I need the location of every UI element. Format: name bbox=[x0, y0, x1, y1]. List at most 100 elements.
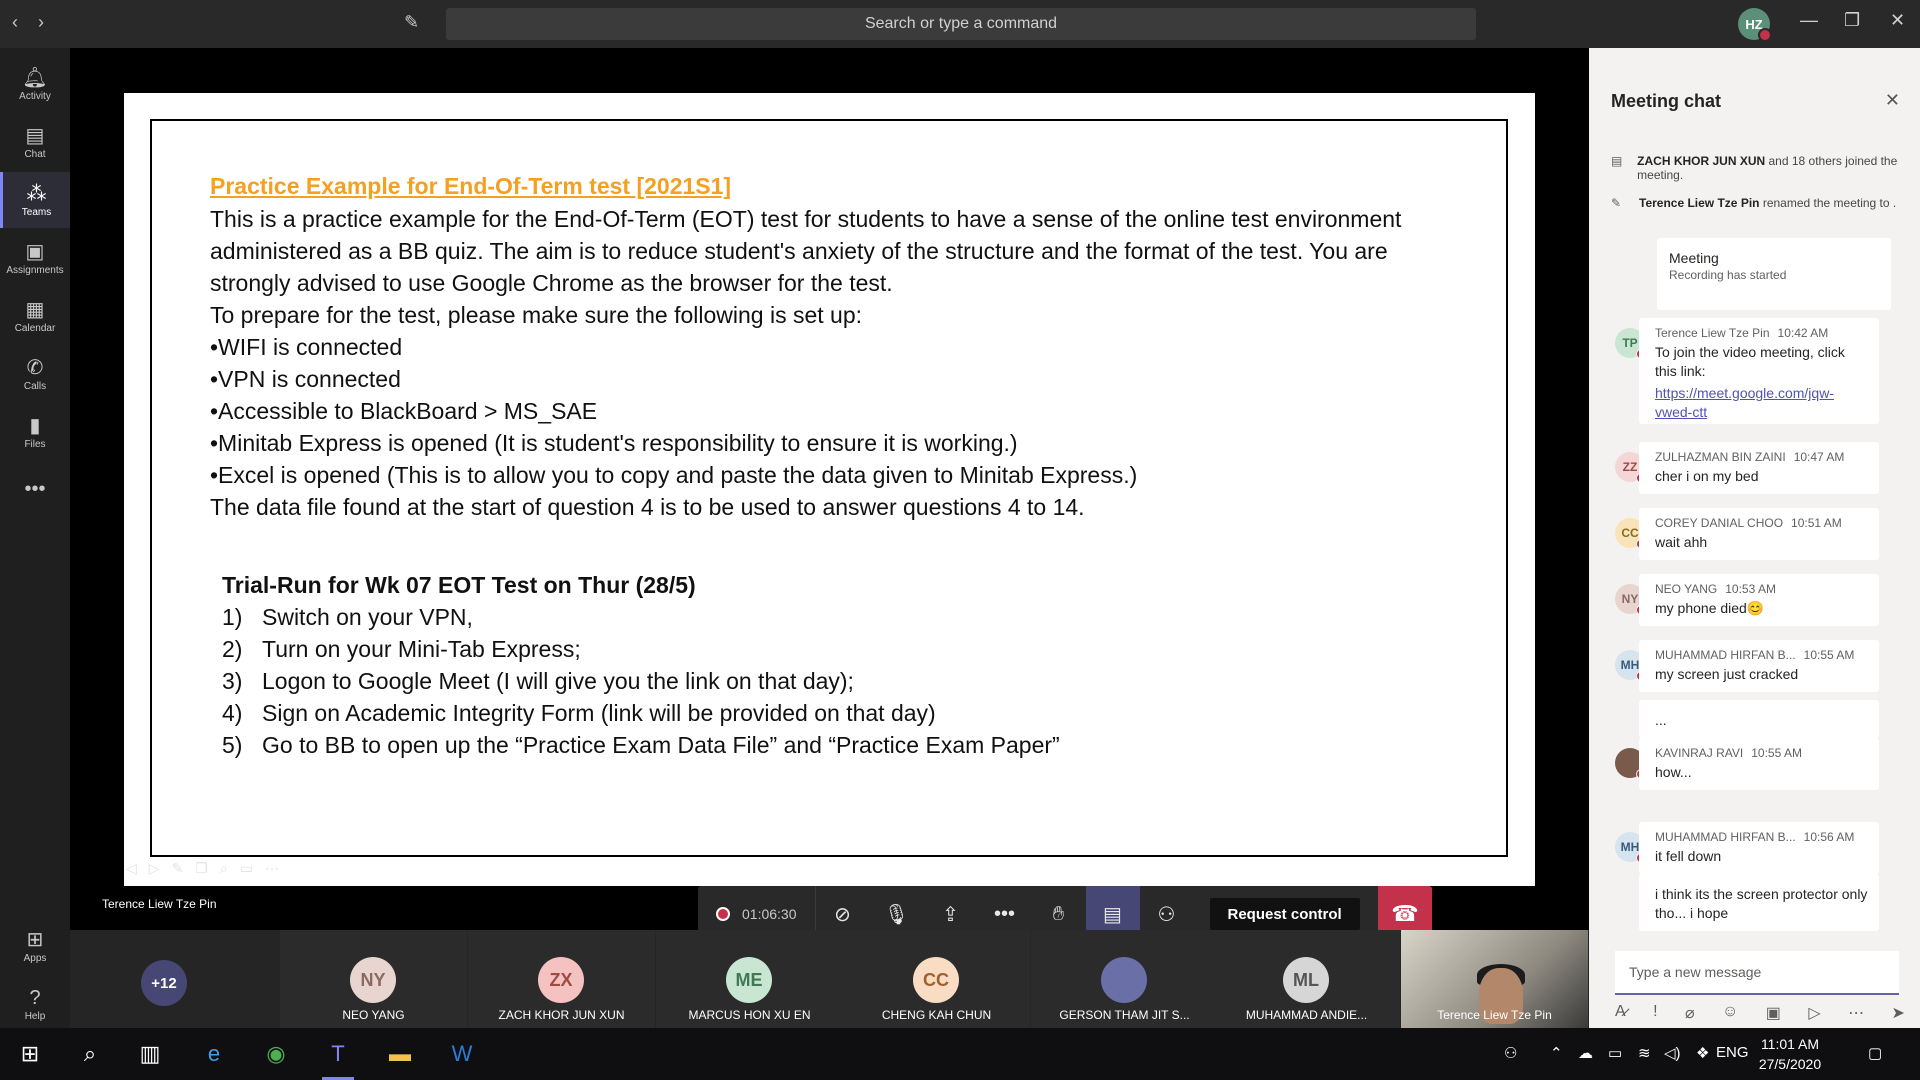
participant-tile[interactable]: NY NEO YANG bbox=[280, 930, 467, 1028]
rail-item-calendar[interactable]: ▦ Calendar bbox=[0, 288, 70, 344]
copy-icon[interactable]: ❐ bbox=[195, 860, 208, 877]
more-apps-button[interactable]: ••• bbox=[0, 462, 70, 518]
important-icon[interactable]: ! bbox=[1653, 1003, 1657, 1023]
zoom-icon[interactable]: ⌕ bbox=[220, 860, 228, 877]
step-number: 2) bbox=[222, 636, 243, 662]
rail-item-activity[interactable]: 🔔︎ Activity bbox=[0, 56, 70, 112]
message-time: 10:55 AM bbox=[1751, 746, 1802, 760]
message-bubble: ... bbox=[1639, 700, 1879, 738]
presenter-video[interactable]: Terence Liew Tze Pin bbox=[1401, 930, 1588, 1028]
dropbox-icon[interactable]: ❖ bbox=[1696, 1044, 1709, 1062]
message-text: wait ahh bbox=[1655, 534, 1708, 550]
edge-icon[interactable]: e bbox=[194, 1038, 234, 1070]
participant-tile[interactable]: ML MUHAMMAD ANDIE... bbox=[1213, 930, 1400, 1028]
chevron-up-icon[interactable]: ⌃ bbox=[1550, 1044, 1563, 1062]
message-text: ... bbox=[1655, 712, 1667, 728]
new-chat-icon[interactable]: ✎ bbox=[404, 12, 419, 33]
system-message: ▤ ZACH KHOR JUN XUN and 18 others joined… bbox=[1611, 154, 1911, 182]
pen-icon[interactable]: ✎ bbox=[172, 860, 184, 877]
message-text: it fell down bbox=[1655, 848, 1722, 864]
participant-tile[interactable]: ZX ZACH KHOR JUN XUN bbox=[468, 930, 655, 1028]
send-icon[interactable]: ➤ bbox=[1892, 1003, 1905, 1023]
rail-item-chat[interactable]: ▤ Chat bbox=[0, 114, 70, 170]
avatar: ZX bbox=[538, 957, 584, 1003]
meeting-card[interactable]: Meeting Recording has started bbox=[1657, 238, 1891, 310]
slide-body: This is a practice example for the End-O… bbox=[210, 203, 1470, 523]
sticker-icon[interactable]: ▷ bbox=[1808, 1003, 1820, 1023]
help-icon: ? bbox=[29, 986, 41, 1009]
sender-name: Terence Liew Tze Pin bbox=[1655, 326, 1770, 340]
slide-heading: Practice Example for End-Of-Term test [2… bbox=[210, 173, 732, 199]
next-slide-icon[interactable]: ▷ bbox=[149, 860, 160, 877]
close-icon[interactable]: ✕ bbox=[1885, 90, 1900, 111]
slide: Practice Example for End-Of-Term test [2… bbox=[150, 119, 1508, 857]
meeting-card-status: Recording has started bbox=[1669, 268, 1787, 282]
rail-item-teams[interactable]: ⁂ Teams bbox=[0, 172, 70, 228]
sender-name: NEO YANG bbox=[1655, 582, 1718, 596]
message-input[interactable]: Type a new message bbox=[1615, 951, 1899, 995]
rail-item-calls[interactable]: ✆ Calls bbox=[0, 346, 70, 402]
files-icon: ▮ bbox=[29, 414, 41, 437]
task-view-icon[interactable]: ▥ bbox=[130, 1038, 170, 1070]
more-participants-button[interactable]: +12 bbox=[141, 960, 187, 1006]
chat-icon: ▤ bbox=[25, 124, 45, 147]
system-message: ✎ Terence Liew Tze Pin renamed the meeti… bbox=[1611, 196, 1911, 210]
slide-toolbar: ◁ ▷ ✎ ❐ ⌕ ▭ ⋯ bbox=[126, 860, 279, 877]
meeting-chat-panel: Meeting chat ✕ ▤ ZACH KHOR JUN XUN and 1… bbox=[1589, 48, 1920, 1028]
notifications-icon[interactable]: ▢ bbox=[1868, 1044, 1882, 1062]
search-icon[interactable]: ⌕ bbox=[70, 1038, 110, 1070]
start-icon[interactable]: ⊞ bbox=[10, 1038, 50, 1070]
participant-name: GERSON THAM JIT S... bbox=[1059, 1008, 1190, 1022]
participant-tile[interactable]: GERSON THAM JIT S... bbox=[1031, 930, 1218, 1028]
slide-line: •Minitab Express is opened (It is studen… bbox=[210, 430, 1018, 456]
system-actor: Terence Liew Tze Pin bbox=[1639, 196, 1760, 210]
title-bar: ‹ › ✎ Search or type a command HZ — ❐ ✕ bbox=[0, 0, 1920, 48]
message-time: 10:42 AM bbox=[1777, 326, 1829, 340]
message-bubble: MUHAMMAD HIRFAN B... 10:56 AM it fell dow… bbox=[1639, 822, 1879, 874]
volume-icon[interactable]: ◁) bbox=[1664, 1044, 1681, 1062]
rail-item-help[interactable]: ? Help bbox=[0, 976, 70, 1032]
minimize-icon[interactable]: — bbox=[1800, 10, 1818, 31]
language-indicator[interactable]: ENG bbox=[1716, 1044, 1749, 1061]
prev-slide-icon[interactable]: ◁ bbox=[126, 860, 137, 877]
teams-icon[interactable]: T bbox=[318, 1038, 358, 1080]
people-icon[interactable]: ⚇ bbox=[1504, 1044, 1517, 1062]
meeting-link[interactable]: https://meet.google.com/jqw-vwed-ctt bbox=[1655, 384, 1869, 422]
chrome-icon[interactable]: ◉ bbox=[256, 1038, 296, 1070]
participant-tile[interactable]: ME MARCUS HON XU EN bbox=[656, 930, 843, 1028]
format-icon[interactable]: A̷ bbox=[1615, 1003, 1626, 1023]
forward-arrow-icon[interactable]: › bbox=[38, 12, 44, 33]
more-icon: ••• bbox=[993, 902, 1015, 925]
subtitles-icon[interactable]: ▭ bbox=[240, 860, 253, 877]
more-icon[interactable]: ⋯ bbox=[1848, 1003, 1864, 1023]
more-icon[interactable]: ⋯ bbox=[265, 860, 279, 877]
gif-icon[interactable]: ▣ bbox=[1766, 1003, 1781, 1023]
rail-item-apps[interactable]: ⊞ Apps bbox=[0, 918, 70, 974]
attach-icon[interactable]: ⌀ bbox=[1685, 1003, 1695, 1023]
shared-screen: Practice Example for End-Of-Term test [2… bbox=[124, 93, 1535, 886]
step-number: 5) bbox=[222, 732, 243, 758]
avatar: CC bbox=[913, 957, 959, 1003]
history-nav: ‹ › bbox=[12, 12, 44, 33]
avatar[interactable]: HZ bbox=[1738, 8, 1772, 42]
message-bubble: ZULHAZMAN BIN ZAINI 10:47 AM cher i on my… bbox=[1639, 442, 1879, 494]
word-icon[interactable]: W bbox=[442, 1038, 482, 1070]
restore-icon[interactable]: ❐ bbox=[1844, 10, 1860, 31]
wifi-icon[interactable]: ≋ bbox=[1638, 1044, 1651, 1062]
rail-item-files[interactable]: ▮ Files bbox=[0, 404, 70, 460]
request-control-button[interactable]: Request control bbox=[1209, 898, 1360, 930]
onedrive-icon[interactable]: ☁ bbox=[1578, 1044, 1593, 1062]
battery-icon[interactable]: ▭ bbox=[1608, 1044, 1622, 1062]
clock[interactable]: 11:01 AM 27/5/2020 bbox=[1750, 1034, 1830, 1074]
rail-item-assignments[interactable]: ▣ Assignments bbox=[0, 230, 70, 286]
trial-run-section: Trial-Run for Wk 07 EOT Test on Thur (28… bbox=[222, 569, 1060, 761]
close-window-icon[interactable]: ✕ bbox=[1890, 10, 1905, 31]
back-arrow-icon[interactable]: ‹ bbox=[12, 12, 18, 33]
emoji-icon[interactable]: ☺ bbox=[1722, 1003, 1738, 1023]
step-text: Sign on Academic Integrity Form (link wi… bbox=[262, 700, 936, 726]
file-explorer-icon[interactable]: ▬ bbox=[380, 1038, 420, 1070]
assignments-icon: ▣ bbox=[25, 240, 45, 263]
presenter-name: Terence Liew Tze Pin bbox=[102, 897, 217, 911]
search-input[interactable]: Search or type a command bbox=[446, 8, 1476, 40]
participant-tile[interactable]: CC CHENG KAH CHUN bbox=[843, 930, 1030, 1028]
